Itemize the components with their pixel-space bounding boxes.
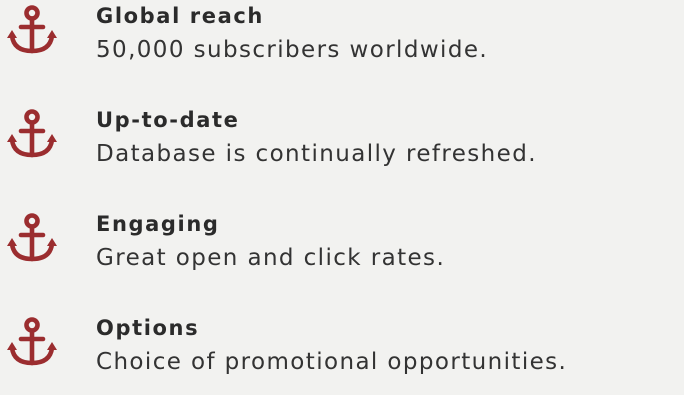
feature-title: Up-to-date	[96, 108, 240, 132]
feature-description: Great open and click rates.	[96, 245, 446, 271]
feature-description: Database is continually refreshed.	[96, 141, 537, 167]
anchor-icon	[6, 109, 58, 161]
feature-title: Options	[96, 316, 200, 340]
feature-description: Choice of promotional opportunities.	[96, 349, 568, 375]
anchor-icon	[6, 317, 58, 369]
feature-item-up-to-date: Up-to-date Database is continually refre…	[0, 107, 684, 187]
feature-item-global-reach: Global reach 50,000 subscribers worldwid…	[0, 3, 684, 83]
feature-description: 50,000 subscribers worldwide.	[96, 37, 489, 63]
feature-title: Engaging	[96, 212, 220, 236]
feature-item-options: Options Choice of promotional opportunit…	[0, 315, 684, 395]
anchor-icon	[6, 213, 58, 265]
feature-list: Global reach 50,000 subscribers worldwid…	[0, 0, 684, 380]
feature-item-engaging: Engaging Great open and click rates.	[0, 211, 684, 291]
feature-title: Global reach	[96, 4, 264, 28]
anchor-icon	[6, 5, 58, 57]
